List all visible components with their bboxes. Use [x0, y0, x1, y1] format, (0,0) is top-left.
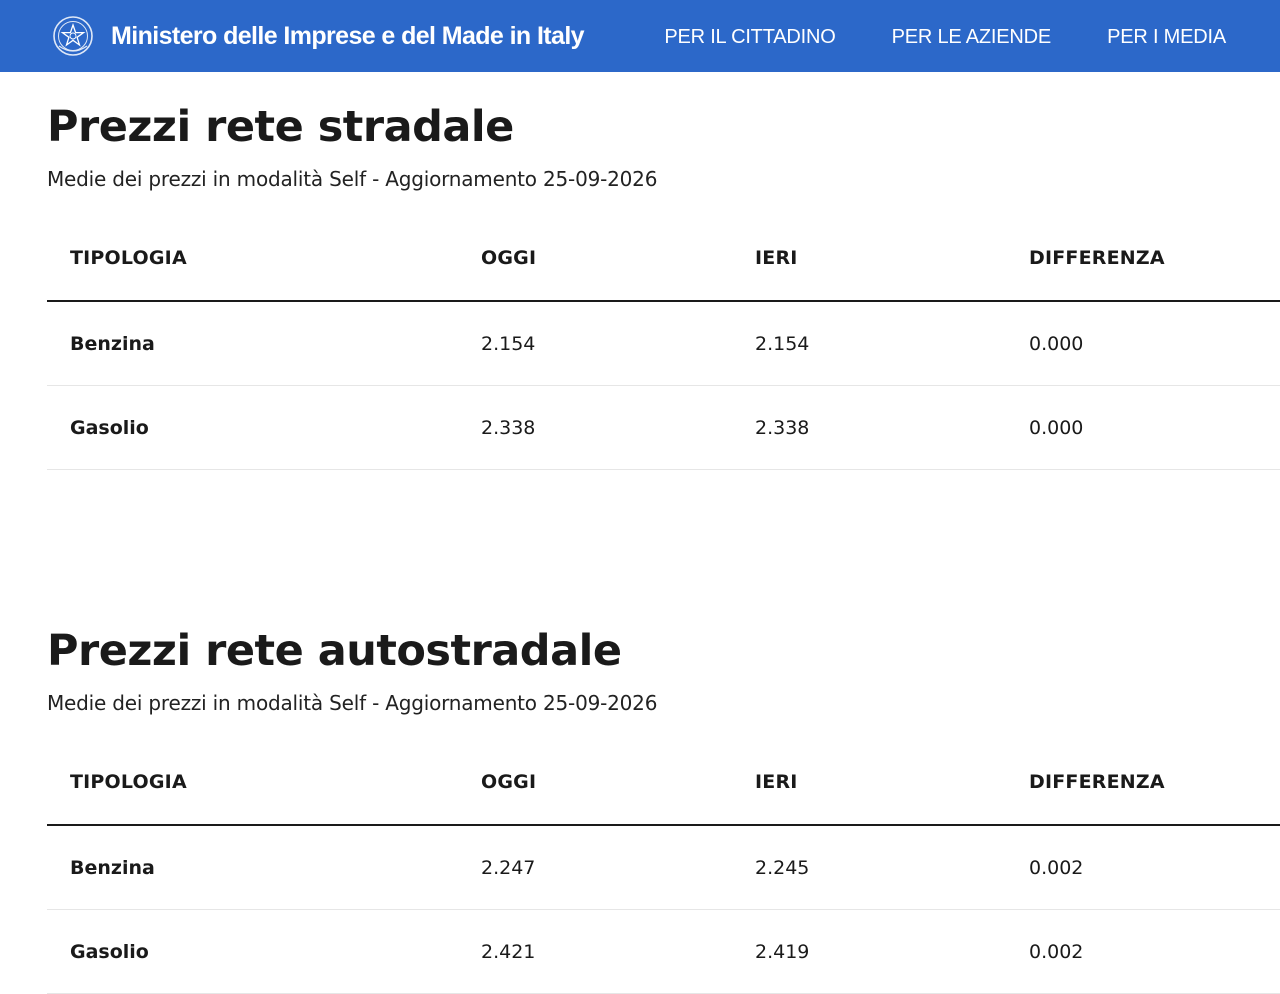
- column-header-differenza: DIFFERENZA: [1029, 216, 1280, 302]
- cell-differenza: 0.000: [1029, 301, 1280, 386]
- cell-differenza: 0.000: [1029, 385, 1280, 470]
- cell-oggi: 2.247: [481, 825, 755, 910]
- cell-tipologia: Benzina: [47, 825, 481, 910]
- cell-ieri: 2.419: [755, 909, 1029, 994]
- site-title[interactable]: Ministero delle Imprese e del Made in It…: [111, 22, 585, 51]
- column-header-differenza: DIFFERENZA: [1029, 740, 1280, 826]
- nav-per-il-cittadino[interactable]: PER IL CITTADINO: [664, 26, 835, 49]
- cell-ieri: 2.154: [755, 301, 1029, 386]
- cell-oggi: 2.154: [481, 301, 755, 386]
- section-prezzi-rete-autostradale: Prezzi rete autostradale Medie dei prezz…: [47, 624, 1280, 994]
- cell-tipologia: Benzina: [47, 301, 481, 386]
- column-header-oggi: OGGI: [481, 740, 755, 826]
- table-header-row: TIPOLOGIA OGGI IERI DIFFERENZA: [47, 216, 1280, 302]
- section-subtitle: Medie dei prezzi in modalità Self - Aggi…: [47, 691, 658, 715]
- nav-per-le-aziende[interactable]: PER LE AZIENDE: [892, 26, 1052, 49]
- prices-table: TIPOLOGIA OGGI IERI DIFFERENZA Benzina 2…: [47, 740, 1280, 994]
- table-row: Gasolio 2.421 2.419 0.002: [47, 909, 1280, 994]
- main-nav: PER IL CITTADINO PER LE AZIENDE PER I ME…: [664, 26, 1226, 49]
- section-title: Prezzi rete stradale: [47, 102, 514, 152]
- cell-ieri: 2.245: [755, 825, 1029, 910]
- cell-tipologia: Gasolio: [47, 909, 481, 994]
- section-title: Prezzi rete autostradale: [47, 626, 622, 676]
- cell-tipologia: Gasolio: [47, 385, 481, 470]
- nav-per-i-media[interactable]: PER I MEDIA: [1107, 26, 1226, 49]
- cell-oggi: 2.421: [481, 909, 755, 994]
- cell-ieri: 2.338: [755, 385, 1029, 470]
- column-header-tipologia: TIPOLOGIA: [47, 740, 481, 826]
- italian-republic-emblem-icon[interactable]: [52, 14, 94, 58]
- cell-oggi: 2.338: [481, 385, 755, 470]
- cell-differenza: 0.002: [1029, 825, 1280, 910]
- table-row: Benzina 2.154 2.154 0.000: [47, 301, 1280, 386]
- top-header-bar: Ministero delle Imprese e del Made in It…: [0, 0, 1280, 72]
- table-header-row: TIPOLOGIA OGGI IERI DIFFERENZA: [47, 740, 1280, 826]
- column-header-tipologia: TIPOLOGIA: [47, 216, 481, 302]
- section-subtitle: Medie dei prezzi in modalità Self - Aggi…: [47, 167, 658, 191]
- column-header-ieri: IERI: [755, 216, 1029, 302]
- prices-table: TIPOLOGIA OGGI IERI DIFFERENZA Benzina 2…: [47, 216, 1280, 470]
- cell-differenza: 0.002: [1029, 909, 1280, 994]
- table-row: Gasolio 2.338 2.338 0.000: [47, 385, 1280, 470]
- table-row: Benzina 2.247 2.245 0.002: [47, 825, 1280, 910]
- section-prezzi-rete-stradale: Prezzi rete stradale Medie dei prezzi in…: [47, 100, 1280, 470]
- column-header-ieri: IERI: [755, 740, 1029, 826]
- column-header-oggi: OGGI: [481, 216, 755, 302]
